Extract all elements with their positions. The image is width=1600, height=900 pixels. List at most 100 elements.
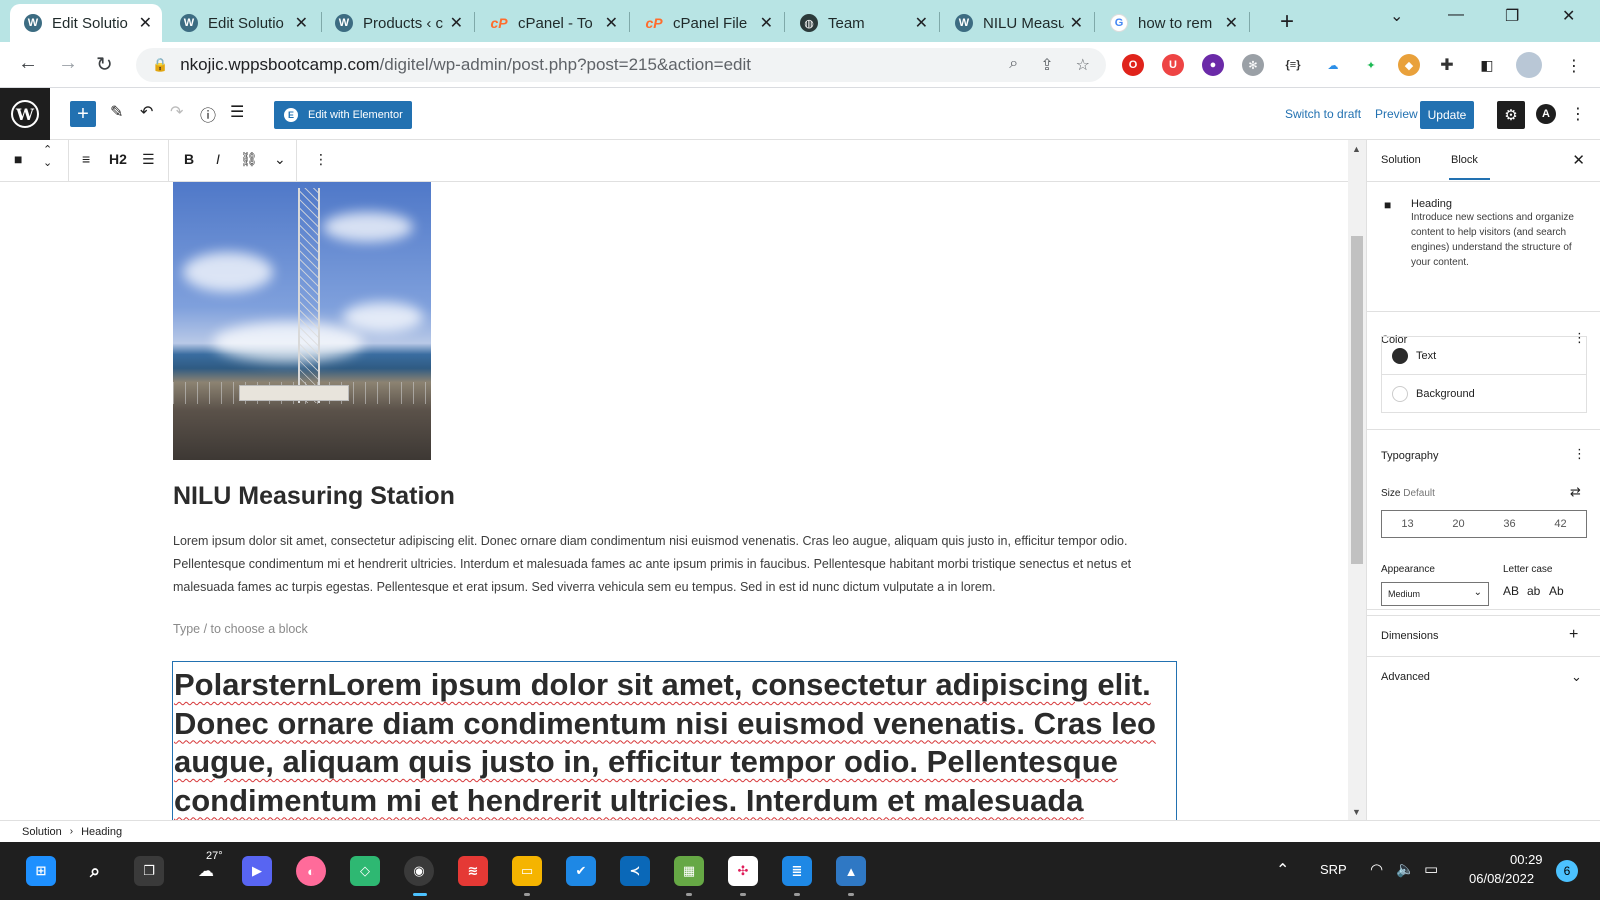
align-block-icon[interactable]: ≡ bbox=[82, 151, 90, 167]
size-preset-42[interactable]: 42 bbox=[1554, 518, 1566, 530]
search-icon[interactable]: ⌕ bbox=[80, 856, 110, 886]
new-tab-icon[interactable]: + bbox=[1280, 8, 1294, 36]
typography-options-icon[interactable]: ⋮ bbox=[1573, 446, 1586, 462]
chrome-icon[interactable]: ◉ bbox=[404, 856, 434, 886]
todo-app-icon[interactable]: ✔ bbox=[566, 856, 596, 886]
browser-tab-6[interactable]: ◍ Team ✕ bbox=[786, 4, 938, 42]
browser-tab-4[interactable]: cP cPanel - To ✕ bbox=[476, 4, 628, 42]
scroll-up-icon[interactable]: ▲ bbox=[1352, 144, 1361, 154]
post-heading[interactable]: NILU Measuring Station bbox=[173, 482, 455, 511]
lowercase-button[interactable]: ab bbox=[1527, 584, 1540, 598]
teams-chat-icon[interactable]: ▶ bbox=[242, 856, 272, 886]
screen-recorder-extension-icon[interactable]: ● bbox=[1202, 54, 1224, 76]
minimize-icon[interactable]: — bbox=[1448, 6, 1464, 24]
dimensions-panel[interactable]: Dimensions + bbox=[1367, 615, 1600, 657]
address-bar[interactable]: 🔒 nkojic.wppsbootcamp.com/digitel/wp-adm… bbox=[136, 48, 1106, 82]
scrollbar-thumb[interactable] bbox=[1351, 236, 1363, 564]
wifi-icon[interactable]: ◠ bbox=[1370, 860, 1383, 878]
battery-icon[interactable]: ▭ bbox=[1424, 860, 1438, 878]
bold-icon[interactable]: B bbox=[184, 151, 194, 167]
close-icon[interactable]: ✕ bbox=[295, 13, 308, 33]
image-editor-icon[interactable]: ▦ bbox=[674, 856, 704, 886]
settings-gear-icon[interactable]: ⚙ bbox=[1497, 101, 1525, 129]
details-info-icon[interactable]: ⓘ bbox=[200, 102, 216, 126]
close-icon[interactable]: ✕ bbox=[450, 13, 463, 33]
browser-tab-7[interactable]: W NILU Measu ✕ bbox=[941, 4, 1093, 42]
notepad-icon[interactable]: ≣ bbox=[782, 856, 812, 886]
slack-icon[interactable]: ✣ bbox=[728, 856, 758, 886]
breadcrumb-current[interactable]: Heading bbox=[81, 826, 122, 838]
browser-tab-8[interactable]: G how to rem ✕ bbox=[1096, 4, 1248, 42]
close-icon[interactable]: ✕ bbox=[1225, 13, 1238, 33]
red-app-icon[interactable]: ≋ bbox=[458, 856, 488, 886]
astra-icon[interactable]: A bbox=[1536, 104, 1556, 124]
profile-avatar[interactable] bbox=[1516, 52, 1542, 78]
text-align-icon[interactable]: ☰ bbox=[142, 151, 155, 168]
wordpress-logo-button[interactable]: W bbox=[0, 88, 50, 140]
browser-menu-icon[interactable]: ⋮ bbox=[1566, 56, 1582, 76]
appearance-select[interactable]: Medium ⌄ bbox=[1381, 582, 1489, 606]
input-language[interactable]: SRP bbox=[1320, 862, 1347, 877]
heading-level-button[interactable]: H2 bbox=[109, 151, 127, 167]
link-icon[interactable]: ⛓ bbox=[240, 151, 258, 168]
block-placeholder[interactable]: Type / to choose a block bbox=[173, 622, 308, 636]
reload-icon[interactable]: ↻ bbox=[96, 52, 113, 77]
scroll-down-icon[interactable]: ▼ bbox=[1352, 807, 1361, 817]
browser-tab-1[interactable]: W Edit Solutio ✕ bbox=[10, 4, 162, 42]
opera-extension-icon[interactable]: O bbox=[1122, 54, 1144, 76]
italic-icon[interactable]: I bbox=[216, 151, 220, 167]
tab-block[interactable]: Block bbox=[1449, 154, 1490, 180]
photos-icon[interactable]: ▲ bbox=[836, 856, 866, 886]
clock-time[interactable]: 00:29 bbox=[1510, 852, 1543, 867]
show-hidden-icons-icon[interactable]: ⌃ bbox=[1276, 860, 1289, 880]
list-view-icon[interactable]: ☰ bbox=[230, 102, 244, 122]
close-icon[interactable]: ✕ bbox=[760, 13, 773, 33]
leaf-extension-icon[interactable]: ✦ bbox=[1360, 54, 1382, 76]
preview-button[interactable]: Preview bbox=[1375, 107, 1418, 121]
cloud-extension-icon[interactable]: ☁ bbox=[1322, 54, 1344, 76]
block-options-icon[interactable]: ⋮ bbox=[314, 151, 328, 168]
photo-app-icon[interactable]: ◐ bbox=[296, 856, 326, 886]
size-preset-20[interactable]: 20 bbox=[1452, 518, 1464, 530]
canvas-scrollbar[interactable]: ▲ ▼ bbox=[1348, 140, 1366, 820]
text-color-option[interactable]: Text bbox=[1382, 337, 1586, 375]
post-paragraph[interactable]: Lorem ipsum dolor sit amet, consectetur … bbox=[173, 530, 1173, 599]
station-photo[interactable] bbox=[173, 182, 431, 460]
magnet-extension-icon[interactable]: U bbox=[1162, 54, 1184, 76]
browser-tab-3[interactable]: W Products ‹ c ✕ bbox=[321, 4, 473, 42]
selected-heading-block[interactable]: PolarsternLorem ipsum dolor sit amet, co… bbox=[172, 661, 1177, 820]
plus-icon[interactable]: + bbox=[1569, 626, 1578, 644]
browser-tab-5[interactable]: cP cPanel File ✕ bbox=[631, 4, 783, 42]
zoom-icon[interactable]: ⌕ bbox=[1009, 55, 1018, 75]
color-extension-icon[interactable]: ◆ bbox=[1398, 54, 1420, 76]
file-explorer-icon[interactable]: ▭ bbox=[512, 856, 542, 886]
clock-date[interactable]: 06/08/2022 bbox=[1469, 871, 1534, 886]
browser-tab-2[interactable]: W Edit Solutio ✕ bbox=[166, 4, 318, 42]
window-close-icon[interactable]: ✕ bbox=[1562, 6, 1575, 26]
tab-search-icon[interactable]: ⌄ bbox=[1390, 6, 1403, 26]
volume-icon[interactable]: 🔈 bbox=[1396, 860, 1415, 878]
chevron-down-icon[interactable]: ⌄ bbox=[1571, 669, 1582, 685]
vscode-icon[interactable]: ≺ bbox=[620, 856, 650, 886]
forward-icon[interactable]: → bbox=[58, 52, 78, 75]
close-icon[interactable]: ✕ bbox=[1070, 13, 1083, 33]
back-icon[interactable]: ← bbox=[18, 52, 38, 75]
restore-icon[interactable]: ❐ bbox=[1505, 6, 1519, 26]
size-preset-13[interactable]: 13 bbox=[1401, 518, 1413, 530]
size-custom-toggle-icon[interactable]: ⇄ bbox=[1570, 484, 1581, 500]
breadcrumb-root[interactable]: Solution bbox=[22, 826, 62, 838]
redo-icon[interactable]: ↷ bbox=[170, 102, 183, 122]
side-panel-icon[interactable]: ◧ bbox=[1476, 54, 1498, 76]
task-view-icon[interactable]: ❐ bbox=[134, 856, 164, 886]
windows-start-icon[interactable]: ⊞ bbox=[26, 856, 56, 886]
green-app-icon[interactable]: ◇ bbox=[350, 856, 380, 886]
settings-extension-icon[interactable]: ✻ bbox=[1242, 54, 1264, 76]
close-icon[interactable]: ✕ bbox=[605, 13, 618, 33]
undo-icon[interactable]: ↶ bbox=[140, 102, 153, 122]
close-icon[interactable]: ✕ bbox=[1572, 151, 1585, 169]
edit-with-elementor-button[interactable]: E Edit with Elementor bbox=[274, 101, 412, 129]
options-menu-icon[interactable]: ⋮ bbox=[1570, 104, 1586, 124]
more-formatting-chevron-icon[interactable]: ⌄ bbox=[274, 151, 286, 168]
uppercase-button[interactable]: AB bbox=[1503, 584, 1519, 598]
tools-pencil-icon[interactable]: ✎ bbox=[110, 102, 123, 122]
